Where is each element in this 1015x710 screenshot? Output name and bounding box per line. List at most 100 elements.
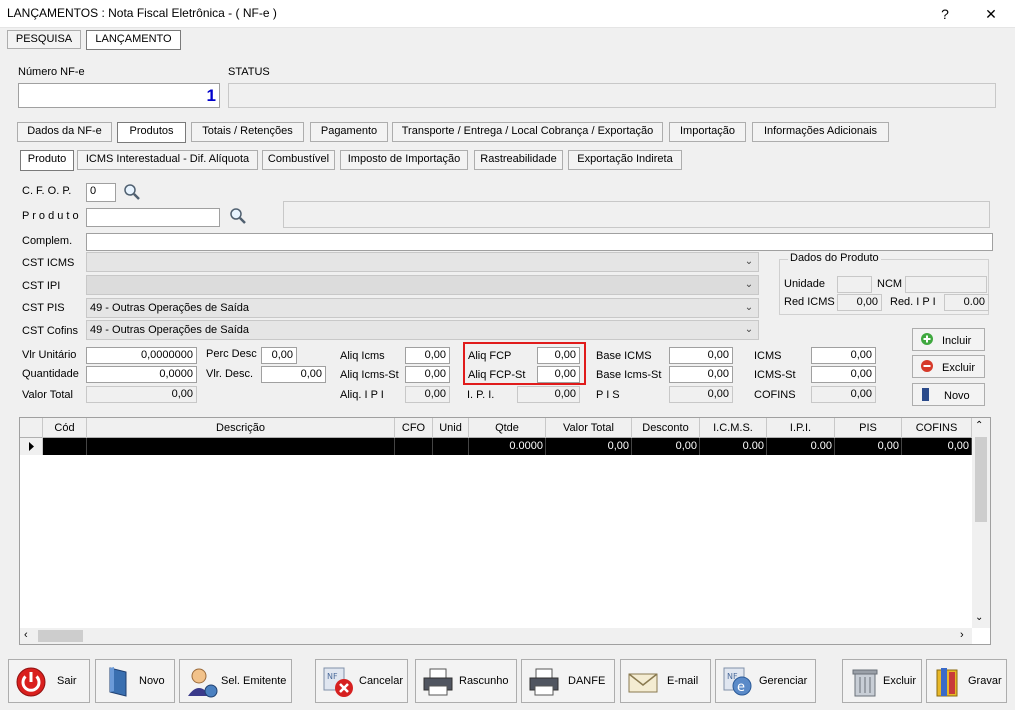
col-header-cod[interactable]: Cód: [43, 418, 87, 438]
perc-desc-field[interactable]: 0,00: [261, 347, 297, 364]
aliq-fcp-st-field[interactable]: 0,00: [537, 366, 580, 383]
sair-button[interactable]: Sair: [8, 659, 90, 703]
col-header-desconto[interactable]: Desconto: [632, 418, 700, 438]
cell-valor-total[interactable]: 0,00: [546, 438, 632, 455]
add-icon: [920, 332, 934, 354]
vertical-scrollbar[interactable]: ⌃ ⌄: [972, 418, 990, 628]
gerenciar-button[interactable]: NF e Gerenciar: [715, 659, 816, 703]
cst-ipi-select[interactable]: ⌄: [86, 275, 759, 295]
tab-transporte[interactable]: Transporte / Entrega / Local Cobrança / …: [392, 122, 663, 142]
col-header-cfo[interactable]: CFO: [395, 418, 433, 438]
svg-text:NF: NF: [327, 672, 338, 681]
excluir-button[interactable]: Excluir: [842, 659, 922, 703]
cell-icms[interactable]: 0.00: [700, 438, 767, 455]
tab-pagamento[interactable]: Pagamento: [310, 122, 388, 142]
subtab-produto[interactable]: Produto: [20, 150, 74, 171]
cst-cofins-select[interactable]: 49 - Outras Operações de Saída ⌄: [86, 320, 759, 340]
novo-item-button[interactable]: Novo: [912, 383, 985, 406]
cell-desconto[interactable]: 0,00: [632, 438, 700, 455]
red-icms-label: Red ICMS: [784, 296, 835, 308]
horizontal-scrollbar[interactable]: ‹ ›: [20, 628, 972, 644]
tab-lancamento[interactable]: LANÇAMENTO: [86, 30, 181, 50]
col-header-pis[interactable]: PIS: [835, 418, 902, 438]
vlr-desc-field[interactable]: 0,00: [261, 366, 326, 383]
aliq-fcp-label: Aliq FCP: [468, 350, 512, 362]
excluir-item-button[interactable]: Excluir: [912, 355, 985, 378]
subtab-combustivel[interactable]: Combustível: [262, 150, 335, 170]
sel-emitente-button[interactable]: Sel. Emitente: [179, 659, 292, 703]
items-grid[interactable]: Cód Descrição CFO Unid Qtde Valor Total …: [19, 417, 991, 645]
col-header-icms[interactable]: I.C.M.S.: [700, 418, 767, 438]
danfe-button[interactable]: DANFE: [521, 659, 615, 703]
base-icms-st-field[interactable]: 0,00: [669, 366, 733, 383]
horizontal-scroll-thumb[interactable]: [38, 630, 83, 642]
cell-ipi[interactable]: 0.00: [767, 438, 835, 455]
tab-importacao[interactable]: Importação: [669, 122, 746, 142]
cst-pis-select[interactable]: 49 - Outras Operações de Saída ⌄: [86, 298, 759, 318]
cell-unid[interactable]: [433, 438, 469, 455]
subtab-imposto-importacao[interactable]: Imposto de Importação: [340, 150, 468, 170]
cell-cofins[interactable]: 0,00: [902, 438, 972, 455]
table-row[interactable]: 0.0000 0,00 0,00 0.00 0.00 0,00 0,00: [43, 438, 972, 455]
produto-field[interactable]: [86, 208, 220, 227]
complem-field[interactable]: [86, 233, 993, 251]
icms-field[interactable]: 0,00: [811, 347, 876, 364]
tab-produtos[interactable]: Produtos: [117, 122, 186, 143]
icms-st-field[interactable]: 0,00: [811, 366, 876, 383]
cell-cfo[interactable]: [395, 438, 433, 455]
cell-pis[interactable]: 0,00: [835, 438, 902, 455]
email-button[interactable]: E-mail: [620, 659, 711, 703]
excluir-label: Excluir: [883, 675, 917, 687]
cell-qtde[interactable]: 0.0000: [469, 438, 546, 455]
col-header-descricao[interactable]: Descrição: [87, 418, 395, 438]
tab-informacoes-adicionais[interactable]: Informações Adicionais: [752, 122, 889, 142]
cell-descricao[interactable]: [87, 438, 395, 455]
base-icms-field[interactable]: 0,00: [669, 347, 733, 364]
vlr-unitario-field[interactable]: 0,0000000: [86, 347, 197, 364]
subtab-exportacao-indireta[interactable]: Exportação Indireta: [568, 150, 682, 170]
scroll-up-icon[interactable]: ⌃: [975, 420, 983, 431]
aliq-ipi-label: Aliq. I P I: [340, 389, 384, 401]
aliq-icms-st-field[interactable]: 0,00: [405, 366, 450, 383]
col-header-ipi[interactable]: I.P.I.: [767, 418, 835, 438]
novo-button[interactable]: Novo: [95, 659, 175, 703]
close-button[interactable]: ✕: [971, 0, 1011, 28]
cfop-field[interactable]: 0: [86, 183, 116, 202]
incluir-button[interactable]: Incluir: [912, 328, 985, 351]
numero-nfe-field[interactable]: 1: [18, 83, 220, 108]
subtab-icms-interestadual[interactable]: ICMS Interestadual - Dif. Alíquota: [77, 150, 258, 170]
cell-cod[interactable]: [43, 438, 87, 455]
rascunho-button[interactable]: Rascunho: [415, 659, 517, 703]
scroll-left-icon[interactable]: ‹: [24, 629, 28, 641]
vertical-scroll-thumb[interactable]: [975, 437, 987, 522]
status-label: STATUS: [228, 66, 270, 78]
scroll-right-icon[interactable]: ›: [960, 629, 964, 641]
cst-icms-select[interactable]: ⌄: [86, 252, 759, 272]
unidade-label: Unidade: [784, 278, 825, 290]
icms-st-label: ICMS-St: [754, 369, 796, 381]
sair-label: Sair: [57, 675, 77, 687]
cancelar-button[interactable]: NF Cancelar: [315, 659, 408, 703]
scroll-down-icon[interactable]: ⌄: [975, 612, 983, 623]
aliq-icms-field[interactable]: 0,00: [405, 347, 450, 364]
cfop-search-icon[interactable]: [122, 182, 142, 205]
aliq-fcp-st-label: Aliq FCP-St: [468, 369, 526, 381]
aliq-fcp-field[interactable]: 0,00: [537, 347, 580, 364]
col-header-qtde[interactable]: Qtde: [469, 418, 546, 438]
col-header-valor-total[interactable]: Valor Total: [546, 418, 632, 438]
pis-label: P I S: [596, 389, 620, 401]
tab-dados-nfe[interactable]: Dados da NF-e: [17, 122, 112, 142]
gravar-label: Gravar: [968, 675, 1002, 687]
help-button[interactable]: ?: [925, 0, 965, 28]
col-header-cofins[interactable]: COFINS: [902, 418, 972, 438]
subtab-rastreabilidade[interactable]: Rastreabilidade: [474, 150, 563, 170]
col-header-unid[interactable]: Unid: [433, 418, 469, 438]
gravar-button[interactable]: Gravar: [926, 659, 1007, 703]
cst-cofins-value: 49 - Outras Operações de Saída: [90, 324, 249, 336]
produto-search-icon[interactable]: [228, 206, 248, 229]
row-indicator[interactable]: [20, 438, 43, 455]
danfe-label: DANFE: [568, 675, 606, 687]
quantidade-field[interactable]: 0,0000: [86, 366, 197, 383]
tab-totais-retencoes[interactable]: Totais / Retenções: [191, 122, 304, 142]
tab-pesquisa[interactable]: PESQUISA: [7, 30, 81, 49]
